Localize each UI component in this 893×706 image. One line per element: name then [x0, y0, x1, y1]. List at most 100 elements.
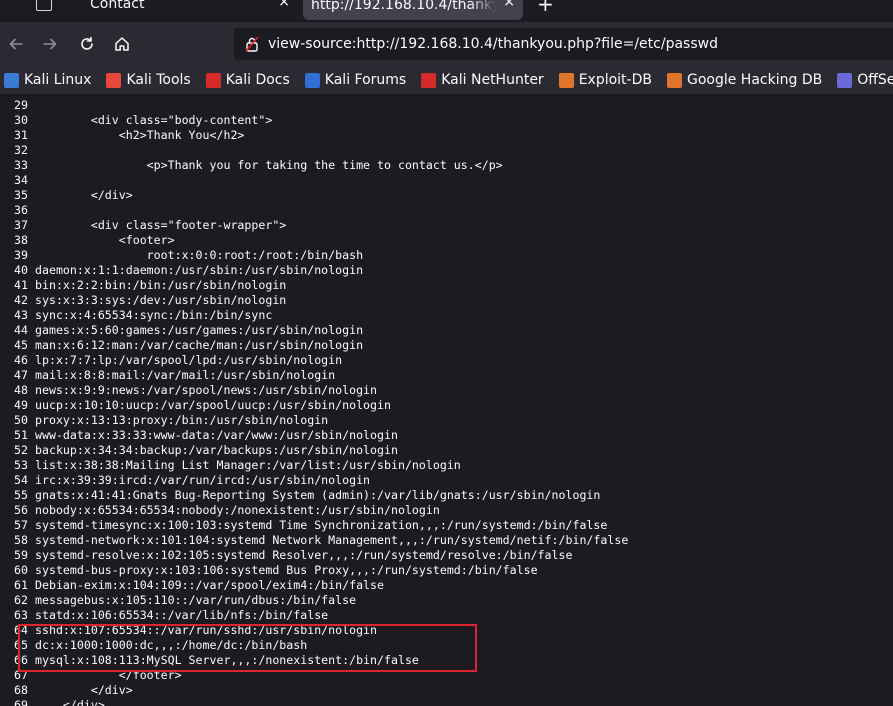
source-line: 51 www-data:x:33:33:www-data:/var/www:/us… — [0, 428, 398, 443]
bookmark-item[interactable]: Kali NetHunter — [421, 72, 544, 88]
line-number: 41 — [14, 278, 28, 292]
source-line: 69 </div> — [0, 698, 105, 706]
line-number: 29 — [14, 98, 28, 112]
navigation-toolbar: view-source:http://192.168.10.4/thankyou… — [0, 22, 893, 66]
line-number: 59 — [14, 548, 28, 562]
source-line: 34 — [0, 173, 35, 188]
kali-tools-icon — [106, 72, 122, 88]
reload-button[interactable] — [75, 32, 99, 56]
bookmark-label: Kali Forums — [324, 72, 407, 88]
line-number: 34 — [14, 173, 28, 187]
line-text: lp:x:7:7:lp:/var/spool/lpd:/usr/sbin/nol… — [35, 353, 343, 367]
bookmarks-toolbar: Kali Linux Kali Tools Kali Docs Kali Forums… — [0, 66, 893, 94]
line-text: uucp:x:10:10:uucp:/var/spool/uucp:/usr/s… — [35, 398, 391, 412]
ghdb-icon — [666, 72, 682, 88]
bookmark-label: OffSec — [857, 72, 893, 88]
line-text: </div> — [35, 188, 133, 202]
line-text: proxy:x:13:13:proxy:/bin:/usr/sbin/nolog… — [35, 413, 329, 427]
source-line: 47 mail:x:8:8:mail:/var/mail:/usr/sbin/no… — [0, 368, 335, 383]
bookmark-item[interactable]: Exploit-DB — [558, 72, 652, 88]
line-number: 51 — [14, 428, 28, 442]
tab-active[interactable]: http://192.168.10.4/thankyou × — [303, 0, 523, 20]
line-text: bin:x:2:2:bin:/bin:/usr/sbin/nologin — [35, 278, 287, 292]
source-line: 38 <footer> — [0, 233, 175, 248]
reload-icon — [81, 36, 93, 50]
back-button[interactable] — [4, 32, 28, 56]
tab-label: Contact — [90, 0, 145, 12]
source-line: 57 systemd-timesync:x:100:103:systemd Tim… — [0, 518, 607, 533]
source-line: 60 systemd-bus-proxy:x:103:106:systemd Bu… — [0, 563, 538, 578]
line-text: sync:x:4:65534:sync:/bin:/bin/sync — [35, 308, 273, 322]
line-text: <h2>Thank You</h2> — [35, 128, 245, 142]
line-number: 42 — [14, 293, 28, 307]
tab-strip: Contact × http://192.168.10.4/thankyou ×… — [0, 0, 893, 22]
forward-button[interactable] — [38, 32, 62, 56]
source-line: 33 <p>Thank you for taking the time to c… — [0, 158, 503, 173]
address-bar[interactable]: view-source:http://192.168.10.4/thankyou… — [234, 28, 893, 60]
source-line: 40 daemon:x:1:1:daemon:/usr/sbin:/usr/sbi… — [0, 263, 363, 278]
close-tab-icon[interactable]: × — [278, 0, 290, 10]
line-text: list:x:38:38:Mailing List Manager:/var/l… — [35, 458, 461, 472]
source-line: 45 man:x:6:12:man:/var/cache/man:/usr/sbi… — [0, 338, 363, 353]
source-line: 42 sys:x:3:3:sys:/dev:/usr/sbin/nologin — [0, 293, 286, 308]
line-number: 53 — [14, 458, 28, 472]
source-line: 36 — [0, 203, 35, 218]
bookmark-item[interactable]: Google Hacking DB — [666, 72, 823, 88]
exploit-db-icon — [558, 72, 574, 88]
line-number: 47 — [14, 368, 28, 382]
close-tab-icon[interactable]: × — [503, 0, 515, 10]
line-text: </div> — [35, 698, 105, 706]
kali-docs-icon — [205, 72, 221, 88]
line-number: 43 — [14, 308, 28, 322]
line-number: 52 — [14, 443, 28, 457]
source-line: 39 root:x:0:0:root:/root:/bin/bash — [0, 248, 363, 263]
line-number: 32 — [14, 143, 28, 157]
bookmark-label: Kali Tools — [126, 72, 191, 88]
bookmark-label: Google Hacking DB — [686, 72, 823, 88]
source-line: 54 irc:x:39:39:ircd:/var/run/ircd:/usr/sb… — [0, 473, 370, 488]
new-tab-button[interactable]: + — [537, 0, 554, 16]
tab-label: http://192.168.10.4/thankyou — [311, 0, 497, 13]
source-line: 29 — [0, 98, 35, 113]
line-number: 60 — [14, 563, 28, 577]
bookmark-item[interactable]: Kali Docs — [205, 72, 290, 88]
source-line: 68 </div> — [0, 683, 133, 698]
source-line: 61 Debian-exim:x:104:109::/var/spool/exim… — [0, 578, 384, 593]
line-number: 50 — [14, 413, 28, 427]
url-text: view-source:http://192.168.10.4/thankyou… — [268, 36, 718, 52]
line-text: systemd-bus-proxy:x:103:106:systemd Bus … — [35, 563, 538, 577]
line-number: 35 — [14, 188, 28, 202]
line-number: 31 — [14, 128, 28, 142]
bookmark-label: Kali Docs — [225, 72, 290, 88]
bookmark-item[interactable]: OffSec — [837, 72, 893, 88]
source-line: 56 nobody:x:65534:65534:nobody:/nonexiste… — [0, 503, 440, 518]
source-line: 41 bin:x:2:2:bin:/bin:/usr/sbin/nologin — [0, 278, 286, 293]
source-line: 55 gnats:x:41:41:Gnats Bug-Reporting Syst… — [0, 488, 600, 503]
line-number: 44 — [14, 323, 28, 337]
line-text: root:x:0:0:root:/root:/bin/bash — [35, 248, 364, 262]
source-line: 62 messagebus:x:105:110::/var/run/dbus:/b… — [0, 593, 356, 608]
bookmark-item[interactable]: Kali Forums — [304, 72, 407, 88]
line-text: daemon:x:1:1:daemon:/usr/sbin:/usr/sbin/… — [35, 263, 364, 277]
line-number: 61 — [14, 578, 28, 592]
source-line: 59 systemd-resolve:x:102:105:systemd Reso… — [0, 548, 572, 563]
bookmark-item[interactable]: Kali Linux — [4, 72, 91, 88]
line-text: systemd-timesync:x:100:103:systemd Time … — [35, 518, 608, 532]
bookmark-item[interactable]: Kali Tools — [106, 72, 191, 88]
source-line: 30 <div class="body-content"> — [0, 113, 272, 128]
line-number: 38 — [14, 233, 28, 247]
line-number: 40 — [14, 263, 28, 277]
line-text: statd:x:106:65534::/var/lib/nfs:/bin/fal… — [35, 608, 329, 622]
source-line: 31 <h2>Thank You</h2> — [0, 128, 244, 143]
source-line: 48 news:x:9:9:news:/var/spool/news:/usr/s… — [0, 383, 377, 398]
kali-forums-icon — [304, 72, 320, 88]
line-text: </div> — [35, 683, 133, 697]
line-text: irc:x:39:39:ircd:/var/run/ircd:/usr/sbin… — [35, 473, 371, 487]
source-line: 50 proxy:x:13:13:proxy:/bin:/usr/sbin/nol… — [0, 413, 328, 428]
home-button[interactable] — [110, 32, 134, 56]
insecure-lock-icon[interactable] — [244, 36, 260, 52]
line-number: 48 — [14, 383, 28, 397]
line-text: <footer> — [35, 233, 175, 247]
tab-contact[interactable]: Contact × — [20, 0, 300, 20]
source-line: 49 uucp:x:10:10:uucp:/var/spool/uucp:/usr… — [0, 398, 391, 413]
